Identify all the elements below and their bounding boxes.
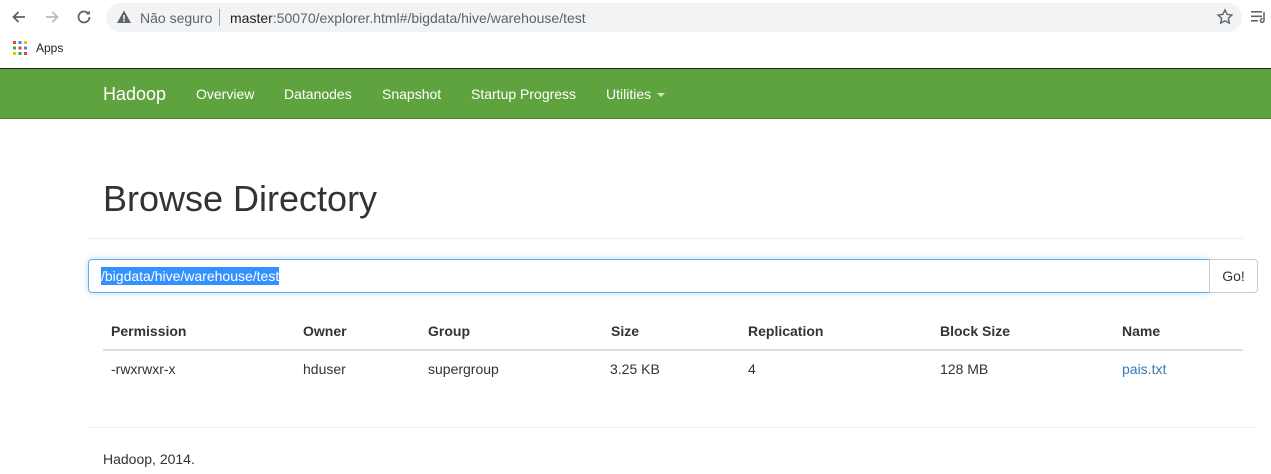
title-divider (88, 238, 1243, 239)
cell-owner: hduser (303, 361, 346, 377)
reload-icon (77, 10, 91, 24)
cell-size: 3.25 KB (610, 361, 660, 377)
forward-button[interactable] (41, 6, 63, 28)
page-title: Browse Directory (103, 178, 378, 219)
url-host: master (230, 10, 273, 26)
nav-utilities-label: Utilities (606, 86, 652, 102)
cell-block-size: 128 MB (940, 361, 989, 377)
table-header-divider (103, 349, 1243, 351)
go-button[interactable]: Go! (1209, 259, 1258, 293)
file-link-name[interactable]: pais.txt (1122, 361, 1166, 377)
column-header-replication[interactable]: Replication (748, 323, 823, 339)
selected-path-text: /bigdata/hive/warehouse/test (101, 267, 280, 285)
column-header-group[interactable]: Group (428, 323, 470, 339)
address-separator (219, 9, 220, 26)
url-text[interactable]: master:50070/explorer.html#/bigdata/hive… (230, 10, 586, 26)
nav-datanodes[interactable]: Datanodes (284, 86, 352, 102)
arrow-right-icon (46, 11, 59, 23)
back-button[interactable] (8, 6, 30, 28)
column-header-size[interactable]: Size (611, 323, 639, 339)
security-label[interactable]: Não seguro (140, 10, 212, 26)
star-icon[interactable] (1216, 8, 1234, 26)
column-header-permission[interactable]: Permission (111, 323, 186, 339)
footer-text: Hadoop, 2014. (103, 451, 195, 467)
cell-replication: 4 (748, 361, 756, 377)
bookmarks-bar: Apps (0, 36, 1271, 67)
address-bar[interactable]: Não seguro master:50070/explorer.html#/b… (106, 3, 1242, 32)
caret-down-icon (657, 93, 666, 98)
warning-icon (117, 10, 131, 23)
browser-chrome: Não seguro master:50070/explorer.html#/b… (0, 0, 1271, 68)
apps-bookmark[interactable]: Apps (36, 41, 63, 55)
arrow-left-icon (12, 11, 25, 23)
nav-overview[interactable]: Overview (196, 86, 254, 102)
apps-grid-icon[interactable] (13, 41, 27, 55)
footer-divider (88, 427, 1256, 428)
cell-group: supergroup (428, 361, 499, 377)
nav-utilities-dropdown[interactable]: Utilities (606, 86, 666, 102)
column-header-name[interactable]: Name (1122, 323, 1160, 339)
nav-startup-progress[interactable]: Startup Progress (471, 86, 576, 102)
navbar-brand[interactable]: Hadoop (103, 84, 166, 105)
url-path: :50070/explorer.html#/bigdata/hive/wareh… (272, 10, 586, 26)
reading-list-icon[interactable] (1250, 8, 1268, 26)
column-header-block-size[interactable]: Block Size (940, 323, 1010, 339)
nav-snapshot[interactable]: Snapshot (382, 86, 441, 102)
reload-button[interactable] (73, 6, 95, 28)
cell-permission: -rwxrwxr-x (111, 361, 176, 377)
column-header-owner[interactable]: Owner (303, 323, 347, 339)
hadoop-navbar: Hadoop Overview Datanodes Snapshot Start… (0, 68, 1271, 119)
directory-path-input[interactable]: /bigdata/hive/warehouse/test (88, 259, 1210, 293)
